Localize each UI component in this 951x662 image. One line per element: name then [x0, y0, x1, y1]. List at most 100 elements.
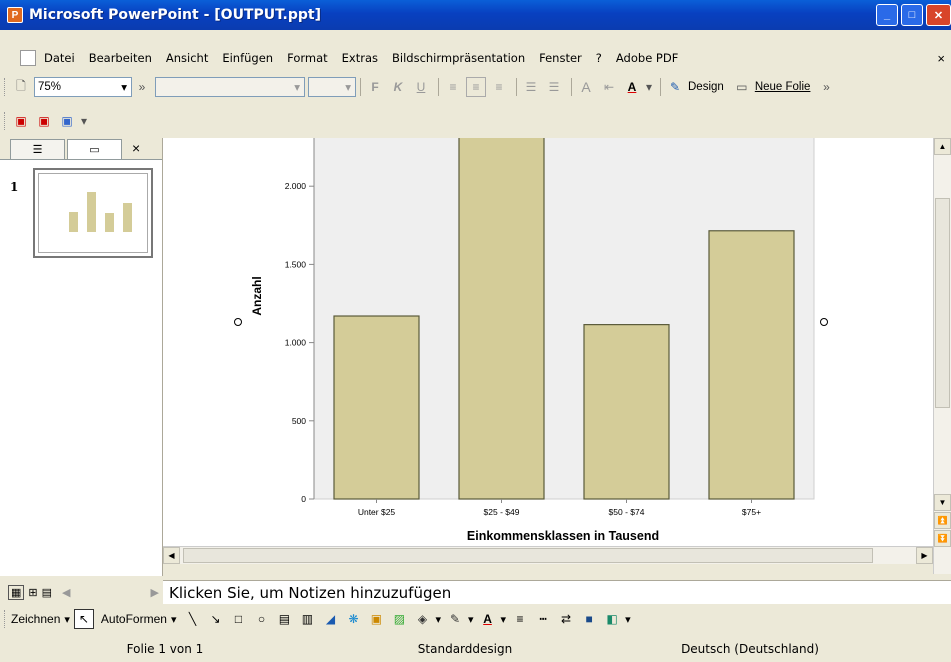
zoom-combo[interactable]: 75% ▾: [34, 77, 132, 97]
align-right-icon[interactable]: ≡: [489, 77, 509, 97]
new-slide-icon[interactable]: ▭: [732, 77, 752, 97]
select-pointer-icon[interactable]: ↖: [73, 609, 94, 629]
chart[interactable]: 0 500 1.000 1.500 2.000 Unter $25 $25 - $49 $50…: [163, 138, 933, 546]
toolbar-grip[interactable]: [4, 610, 7, 628]
document-icon[interactable]: [20, 50, 36, 66]
align-left-icon[interactable]: ≡: [443, 77, 463, 97]
pdf-convert-icon[interactable]: ▣: [11, 111, 31, 131]
toolbar-overflow-icon[interactable]: »: [132, 77, 152, 97]
menu-bildschirmpraesentation[interactable]: Bildschirmpräsentation: [392, 51, 525, 65]
diagram-icon[interactable]: ❋: [343, 609, 363, 629]
fill-color-icon[interactable]: ◈: [412, 609, 432, 629]
arrow-style-icon[interactable]: ⇄: [556, 609, 576, 629]
pdf-email-icon[interactable]: ▣: [34, 111, 54, 131]
selection-handle-right[interactable]: [820, 318, 828, 326]
autoshapes-button[interactable]: AutoFormen: [101, 612, 167, 626]
design-button[interactable]: Design: [688, 81, 724, 93]
maximize-button[interactable]: □: [901, 4, 923, 26]
selection-handle-left[interactable]: [234, 318, 242, 326]
line-icon[interactable]: ╲: [182, 609, 202, 629]
previous-slide-icon[interactable]: ⏫: [934, 512, 951, 529]
bar[interactable]: [708, 230, 795, 500]
align-center-icon[interactable]: ≡: [466, 77, 486, 97]
menu-bearbeiten[interactable]: Bearbeiten: [89, 51, 152, 65]
zoom-value: 75%: [38, 81, 62, 93]
horizontal-scrollbar[interactable]: ◀ ▶: [163, 546, 933, 564]
scroll-down-icon[interactable]: ▼: [934, 494, 951, 511]
italic-button[interactable]: K: [388, 77, 408, 97]
menu-help[interactable]: ?: [596, 51, 602, 65]
arrow-icon[interactable]: ↘: [205, 609, 225, 629]
separator: [360, 78, 361, 96]
tab-outline[interactable]: ☰: [10, 139, 65, 159]
powerpoint-icon[interactable]: P: [7, 7, 23, 23]
wordart-icon[interactable]: ◢: [320, 609, 340, 629]
picture-icon[interactable]: ▨: [389, 609, 409, 629]
design-icon[interactable]: ✎: [665, 77, 685, 97]
pdf-review-icon[interactable]: ▣: [57, 111, 77, 131]
clipart-icon[interactable]: ▣: [366, 609, 386, 629]
slideshow-icon[interactable]: ▤: [42, 586, 52, 599]
line-color-icon[interactable]: ✎: [445, 609, 465, 629]
bar[interactable]: [333, 315, 420, 500]
rectangle-icon[interactable]: □: [228, 609, 248, 629]
line-style-icon[interactable]: ≡: [510, 609, 530, 629]
decrease-indent-icon[interactable]: ⇤: [599, 77, 619, 97]
notes-pane[interactable]: Klicken Sie, um Notizen hinzuzufügen: [163, 580, 951, 604]
font-color-dropdown-icon[interactable]: ▾: [645, 77, 653, 97]
vertical-scrollbar[interactable]: ▲ ▼ ⏫ ⏬: [933, 138, 951, 574]
panel-close-icon[interactable]: ×: [132, 140, 140, 156]
drawing-overflow-icon[interactable]: ▾: [625, 613, 631, 626]
toolbar-overflow-icon[interactable]: »: [816, 77, 836, 97]
window-title: Microsoft PowerPoint - [OUTPUT.ppt]: [29, 7, 321, 23]
scroll-up-icon[interactable]: ▲: [934, 138, 951, 155]
dash-style-icon[interactable]: ┅: [533, 609, 553, 629]
scroll-left-icon[interactable]: ◀: [163, 547, 180, 564]
font-color-draw-icon[interactable]: A: [478, 609, 498, 629]
new-document-icon[interactable]: 🗋: [11, 77, 31, 97]
slide-thumbnail[interactable]: [33, 168, 153, 258]
vertical-textbox-icon[interactable]: ▥: [297, 609, 317, 629]
textbox-icon[interactable]: ▤: [274, 609, 294, 629]
numbering-icon[interactable]: ☰: [521, 77, 541, 97]
normal-view-icon[interactable]: ▦: [8, 584, 25, 600]
slide-sorter-icon[interactable]: ⊞: [28, 586, 37, 599]
scroll-right-icon[interactable]: ▶: [916, 547, 933, 564]
close-button[interactable]: ✕: [926, 4, 951, 26]
menu-close-icon[interactable]: ×: [937, 51, 945, 66]
next-slide-icon[interactable]: ⏬: [934, 530, 951, 547]
scroll-thumb[interactable]: [935, 198, 950, 408]
bold-button[interactable]: F: [365, 77, 385, 97]
menu-format[interactable]: Format: [287, 51, 328, 65]
menu-fenster[interactable]: Fenster: [539, 51, 582, 65]
font-color-icon[interactable]: A: [622, 77, 642, 97]
separator: [571, 78, 572, 96]
underline-button[interactable]: U: [411, 77, 431, 97]
bullets-icon[interactable]: ☰: [544, 77, 564, 97]
tab-slides[interactable]: ▭: [67, 139, 122, 159]
menu-adobe-pdf[interactable]: Adobe PDF: [616, 51, 678, 65]
notes-scroll-right-icon[interactable]: ▶: [151, 586, 159, 599]
increase-font-icon[interactable]: A: [576, 77, 596, 97]
3d-icon[interactable]: ◧: [602, 609, 622, 629]
toolbar-grip[interactable]: [4, 112, 7, 130]
menu-datei[interactable]: Datei: [44, 51, 75, 65]
new-slide-button[interactable]: Neue Folie: [755, 81, 811, 93]
bar[interactable]: [583, 324, 670, 500]
menu-ansicht[interactable]: Ansicht: [166, 51, 208, 65]
font-size-combo[interactable]: ▾: [308, 77, 356, 97]
font-combo[interactable]: ▾: [155, 77, 305, 97]
notes-scroll-left-icon[interactable]: ◀: [62, 586, 70, 599]
separator: [660, 78, 661, 96]
bar[interactable]: [458, 138, 545, 500]
toolbar-grip[interactable]: [4, 78, 7, 96]
menu-einfuegen[interactable]: Einfügen: [222, 51, 273, 65]
shadow-icon[interactable]: ■: [579, 609, 599, 629]
y-tick-label: 2.000: [285, 181, 307, 191]
menu-extras[interactable]: Extras: [342, 51, 378, 65]
hscroll-thumb[interactable]: [183, 548, 873, 563]
oval-icon[interactable]: ○: [251, 609, 271, 629]
minimize-button[interactable]: _: [876, 4, 898, 26]
pdf-dropdown-icon[interactable]: ▾: [80, 111, 88, 131]
draw-menu-button[interactable]: Zeichnen: [11, 612, 60, 626]
